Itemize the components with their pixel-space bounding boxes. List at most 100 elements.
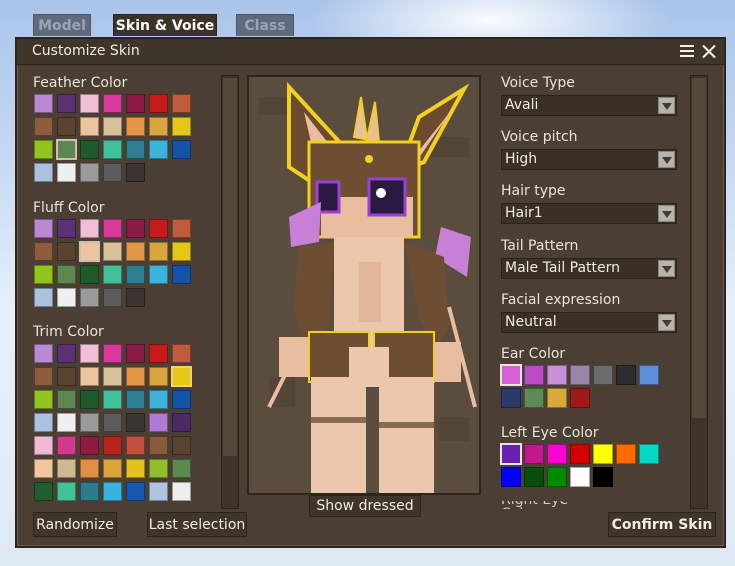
color-swatch[interactable] xyxy=(34,163,53,182)
color-swatch[interactable] xyxy=(34,413,53,432)
color-swatch[interactable] xyxy=(593,444,613,464)
color-swatch[interactable] xyxy=(149,390,168,409)
color-swatch[interactable] xyxy=(103,367,122,386)
color-swatch[interactable] xyxy=(57,117,76,136)
randomize-button[interactable]: Randomize xyxy=(33,512,117,537)
color-swatch[interactable] xyxy=(80,219,99,238)
color-swatch[interactable] xyxy=(103,219,122,238)
chevron-down-icon[interactable] xyxy=(658,205,675,222)
voice-type-dropdown[interactable]: Avali xyxy=(501,95,677,116)
color-swatch[interactable] xyxy=(570,444,590,464)
color-swatch[interactable] xyxy=(103,344,122,363)
color-swatch[interactable] xyxy=(126,163,145,182)
color-swatch[interactable] xyxy=(126,117,145,136)
color-swatch[interactable] xyxy=(172,459,191,478)
color-swatch[interactable] xyxy=(126,482,145,501)
color-swatch[interactable] xyxy=(34,436,53,455)
color-swatch[interactable] xyxy=(500,364,522,386)
color-swatch[interactable] xyxy=(149,242,168,261)
color-swatch[interactable] xyxy=(126,390,145,409)
color-swatch[interactable] xyxy=(639,444,659,464)
color-swatch[interactable] xyxy=(103,163,122,182)
left-scrollbar[interactable] xyxy=(221,75,239,509)
color-swatch[interactable] xyxy=(80,117,99,136)
tail-pattern-dropdown[interactable]: Male Tail Pattern xyxy=(501,258,677,279)
color-swatch[interactable] xyxy=(126,459,145,478)
color-swatch[interactable] xyxy=(80,413,99,432)
color-swatch[interactable] xyxy=(34,344,53,363)
tab-model[interactable]: Model xyxy=(33,14,91,36)
color-swatch[interactable] xyxy=(57,288,76,307)
color-swatch[interactable] xyxy=(34,117,53,136)
left-scrollbar-thumb[interactable] xyxy=(223,78,237,456)
color-swatch[interactable] xyxy=(149,459,168,478)
color-swatch[interactable] xyxy=(570,365,590,385)
color-swatch[interactable] xyxy=(103,413,122,432)
color-swatch[interactable] xyxy=(547,444,567,464)
color-swatch[interactable] xyxy=(172,482,191,501)
color-swatch[interactable] xyxy=(103,140,122,159)
color-swatch[interactable] xyxy=(149,117,168,136)
color-swatch[interactable] xyxy=(34,94,53,113)
color-swatch[interactable] xyxy=(149,344,168,363)
color-swatch[interactable] xyxy=(56,139,77,160)
color-swatch[interactable] xyxy=(34,459,53,478)
color-swatch[interactable] xyxy=(57,94,76,113)
color-swatch[interactable] xyxy=(172,436,191,455)
close-icon[interactable] xyxy=(700,42,718,60)
color-swatch[interactable] xyxy=(501,388,521,408)
last-selection-button[interactable]: Last selection xyxy=(147,512,247,537)
color-swatch[interactable] xyxy=(57,265,76,284)
color-swatch[interactable] xyxy=(172,242,191,261)
color-swatch[interactable] xyxy=(126,265,145,284)
color-swatch[interactable] xyxy=(126,140,145,159)
color-swatch[interactable] xyxy=(172,117,191,136)
chevron-down-icon[interactable] xyxy=(658,97,675,114)
color-swatch[interactable] xyxy=(34,265,53,284)
color-swatch[interactable] xyxy=(126,436,145,455)
color-swatch[interactable] xyxy=(547,388,567,408)
color-swatch[interactable] xyxy=(149,367,168,386)
color-swatch[interactable] xyxy=(34,242,53,261)
color-swatch[interactable] xyxy=(34,288,53,307)
color-swatch[interactable] xyxy=(34,390,53,409)
color-swatch[interactable] xyxy=(570,467,590,487)
color-swatch[interactable] xyxy=(57,367,76,386)
hair-type-dropdown[interactable]: Hair1 xyxy=(501,203,677,224)
color-swatch[interactable] xyxy=(57,436,76,455)
color-swatch[interactable] xyxy=(172,94,191,113)
color-swatch[interactable] xyxy=(524,444,544,464)
color-swatch[interactable] xyxy=(79,241,100,262)
color-swatch[interactable] xyxy=(57,413,76,432)
color-swatch[interactable] xyxy=(593,365,613,385)
color-swatch[interactable] xyxy=(171,366,192,387)
color-swatch[interactable] xyxy=(80,344,99,363)
color-swatch[interactable] xyxy=(80,265,99,284)
color-swatch[interactable] xyxy=(126,413,145,432)
color-swatch[interactable] xyxy=(103,459,122,478)
color-swatch[interactable] xyxy=(80,288,99,307)
color-swatch[interactable] xyxy=(149,413,168,432)
color-swatch[interactable] xyxy=(57,219,76,238)
color-swatch[interactable] xyxy=(57,482,76,501)
color-swatch[interactable] xyxy=(103,94,122,113)
color-swatch[interactable] xyxy=(103,265,122,284)
color-swatch[interactable] xyxy=(524,365,544,385)
color-swatch[interactable] xyxy=(34,367,53,386)
color-swatch[interactable] xyxy=(616,365,636,385)
color-swatch[interactable] xyxy=(103,482,122,501)
color-swatch[interactable] xyxy=(593,467,613,487)
chevron-down-icon[interactable] xyxy=(658,314,675,331)
tab-skin-voice[interactable]: Skin & Voice xyxy=(113,14,217,36)
color-swatch[interactable] xyxy=(547,365,567,385)
color-swatch[interactable] xyxy=(149,94,168,113)
color-swatch[interactable] xyxy=(172,140,191,159)
color-swatch[interactable] xyxy=(57,344,76,363)
color-swatch[interactable] xyxy=(524,467,544,487)
color-swatch[interactable] xyxy=(524,388,544,408)
color-swatch[interactable] xyxy=(80,436,99,455)
color-swatch[interactable] xyxy=(126,242,145,261)
chevron-down-icon[interactable] xyxy=(658,151,675,168)
color-swatch[interactable] xyxy=(149,265,168,284)
color-swatch[interactable] xyxy=(547,467,567,487)
